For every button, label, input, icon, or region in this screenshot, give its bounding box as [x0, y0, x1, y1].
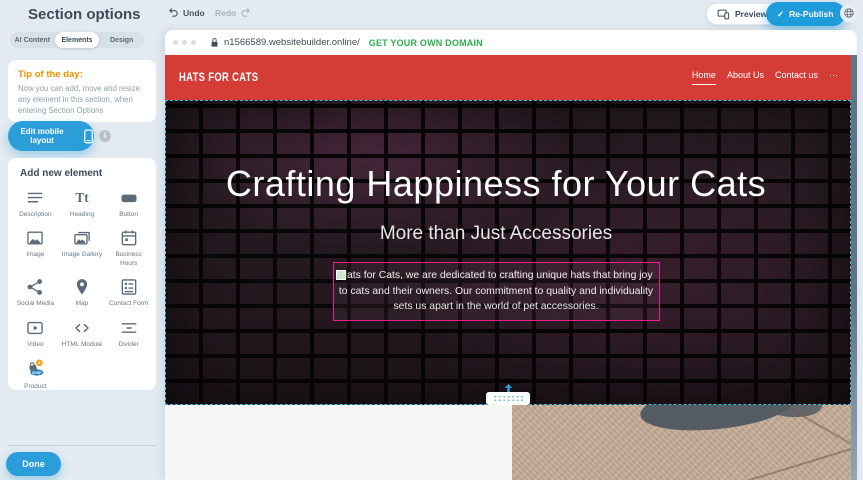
contact-form-icon — [119, 277, 139, 297]
undo-button[interactable]: Undo — [168, 7, 205, 18]
tip-title: Tip of the day: — [18, 69, 146, 80]
nav-contact-us[interactable]: Contact us — [775, 70, 818, 85]
nav-more-menu[interactable]: ⋯ — [829, 70, 838, 86]
site-logo[interactable]: HATS FOR CATS — [179, 72, 258, 84]
element-image-gallery[interactable]: Image Gallery — [59, 228, 106, 268]
republish-label: Re-Publish — [789, 9, 833, 19]
redo-icon — [240, 7, 251, 18]
globe-icon — [843, 7, 855, 19]
element-heading[interactable]: Tt Heading — [59, 188, 106, 219]
undo-label: Undo — [183, 8, 205, 18]
hero-content: Crafting Happiness for Your Cats More th… — [166, 101, 826, 404]
resize-grip — [486, 392, 530, 405]
redo-button[interactable]: Redo — [215, 7, 251, 18]
element-divider[interactable]: Divider — [105, 318, 152, 349]
tip-of-the-day-card: Tip of the day: Now you can add, move an… — [8, 60, 156, 122]
description-icon — [25, 188, 45, 208]
site-preview-window: n1566589.websitebuilder.online/ GET YOUR… — [165, 30, 857, 480]
get-domain-link[interactable]: GET YOUR OWN DOMAIN — [369, 38, 483, 48]
element-product-gallery[interactable]: SHOP Product Gallery — [12, 358, 59, 390]
element-social-media[interactable]: Social Media — [12, 277, 59, 308]
element-description[interactable]: Description — [12, 188, 59, 219]
shop-badge: SHOP — [32, 371, 42, 375]
svg-text:Tt: Tt — [75, 190, 89, 205]
add-element-title: Add new element — [20, 168, 156, 179]
edit-mobile-layout-label: Edit mobile layout — [8, 127, 76, 145]
hero-paragraph: Hats for Cats, we are dedicated to craft… — [337, 268, 656, 315]
done-button[interactable]: Done — [6, 452, 61, 476]
element-contact-form[interactable]: Contact Form — [105, 277, 152, 308]
tab-elements[interactable]: Elements — [55, 32, 100, 48]
edit-mobile-layout-button[interactable]: Edit mobile layout — [8, 121, 94, 151]
social-media-icon — [25, 277, 45, 297]
site-nav: Home About Us Contact us ⋯ — [692, 70, 851, 86]
sidebar-panel: AI Content Elements Design Tip of the da… — [0, 0, 165, 480]
grip-dots — [493, 395, 523, 402]
address-bar-url[interactable]: n1566589.websitebuilder.online/ — [224, 37, 360, 48]
preview-label: Preview — [735, 9, 767, 19]
next-section-background — [165, 405, 512, 480]
element-map[interactable]: Map — [59, 277, 106, 308]
element-grid: Description Tt Heading — [8, 188, 156, 390]
element-html-module[interactable]: HTML Module — [59, 318, 106, 349]
tip-body: Now you can add, move and resize any ele… — [18, 84, 146, 117]
undo-icon — [168, 7, 179, 18]
site-header: HATS FOR CATS Home About Us Contact us ⋯ — [165, 55, 851, 100]
hero-section[interactable]: Crafting Happiness for Your Cats More th… — [165, 100, 851, 405]
panel-tabs: AI Content Elements Design — [10, 32, 144, 48]
nav-home[interactable]: Home — [692, 70, 716, 85]
element-image[interactable]: Image — [12, 228, 59, 268]
nav-about-us[interactable]: About Us — [727, 70, 764, 85]
window-dot — [191, 40, 196, 45]
pavement-photo — [512, 405, 851, 480]
check-icon: ✓ — [777, 9, 784, 20]
image-gallery-icon — [72, 228, 92, 248]
divider-icon — [119, 318, 139, 338]
code-brackets-icon — [72, 318, 92, 338]
redo-label: Redo — [215, 8, 236, 18]
product-gallery-icon: SHOP — [24, 358, 46, 380]
element-video[interactable]: Video — [12, 318, 59, 349]
website-builder-app: Section options Undo Redo — [0, 0, 863, 480]
drag-handle[interactable] — [336, 270, 346, 280]
lock-icon — [210, 37, 219, 48]
add-element-card: Add new element Description Tt — [8, 158, 156, 390]
tab-design[interactable]: Design — [99, 32, 144, 48]
tab-ai-content[interactable]: AI Content — [10, 32, 55, 48]
button-icon — [119, 188, 139, 208]
panel-divider — [8, 445, 156, 446]
window-dot — [173, 40, 178, 45]
preview-scrollbar[interactable] — [851, 55, 857, 480]
hero-subheading[interactable]: More than Just Accessories — [166, 223, 826, 245]
element-business-hours[interactable]: Business Hours — [105, 228, 152, 268]
window-dot — [182, 40, 187, 45]
heading-icon: Tt — [72, 188, 92, 208]
site-viewport: HATS FOR CATS Home About Us Contact us ⋯… — [165, 55, 851, 480]
image-icon — [25, 228, 45, 248]
browser-chrome: n1566589.websitebuilder.online/ GET YOUR… — [165, 30, 857, 55]
next-section-preview[interactable] — [165, 405, 851, 480]
element-button[interactable]: Button — [105, 188, 152, 219]
business-hours-icon — [119, 228, 139, 248]
smartphone-icon — [83, 129, 94, 144]
resize-arrow-up-icon — [504, 384, 513, 392]
republish-button[interactable]: ✓ Re-Publish — [766, 2, 845, 26]
language-globe-button[interactable] — [840, 4, 858, 22]
pavement-crack — [711, 435, 851, 480]
selected-text-element[interactable]: Hats for Cats, we are dedicated to craft… — [333, 262, 660, 321]
info-icon[interactable]: i — [99, 130, 111, 142]
devices-icon — [717, 9, 730, 20]
map-pin-icon — [72, 277, 92, 297]
video-icon — [25, 318, 45, 338]
hero-heading[interactable]: Crafting Happiness for Your Cats — [166, 161, 826, 207]
